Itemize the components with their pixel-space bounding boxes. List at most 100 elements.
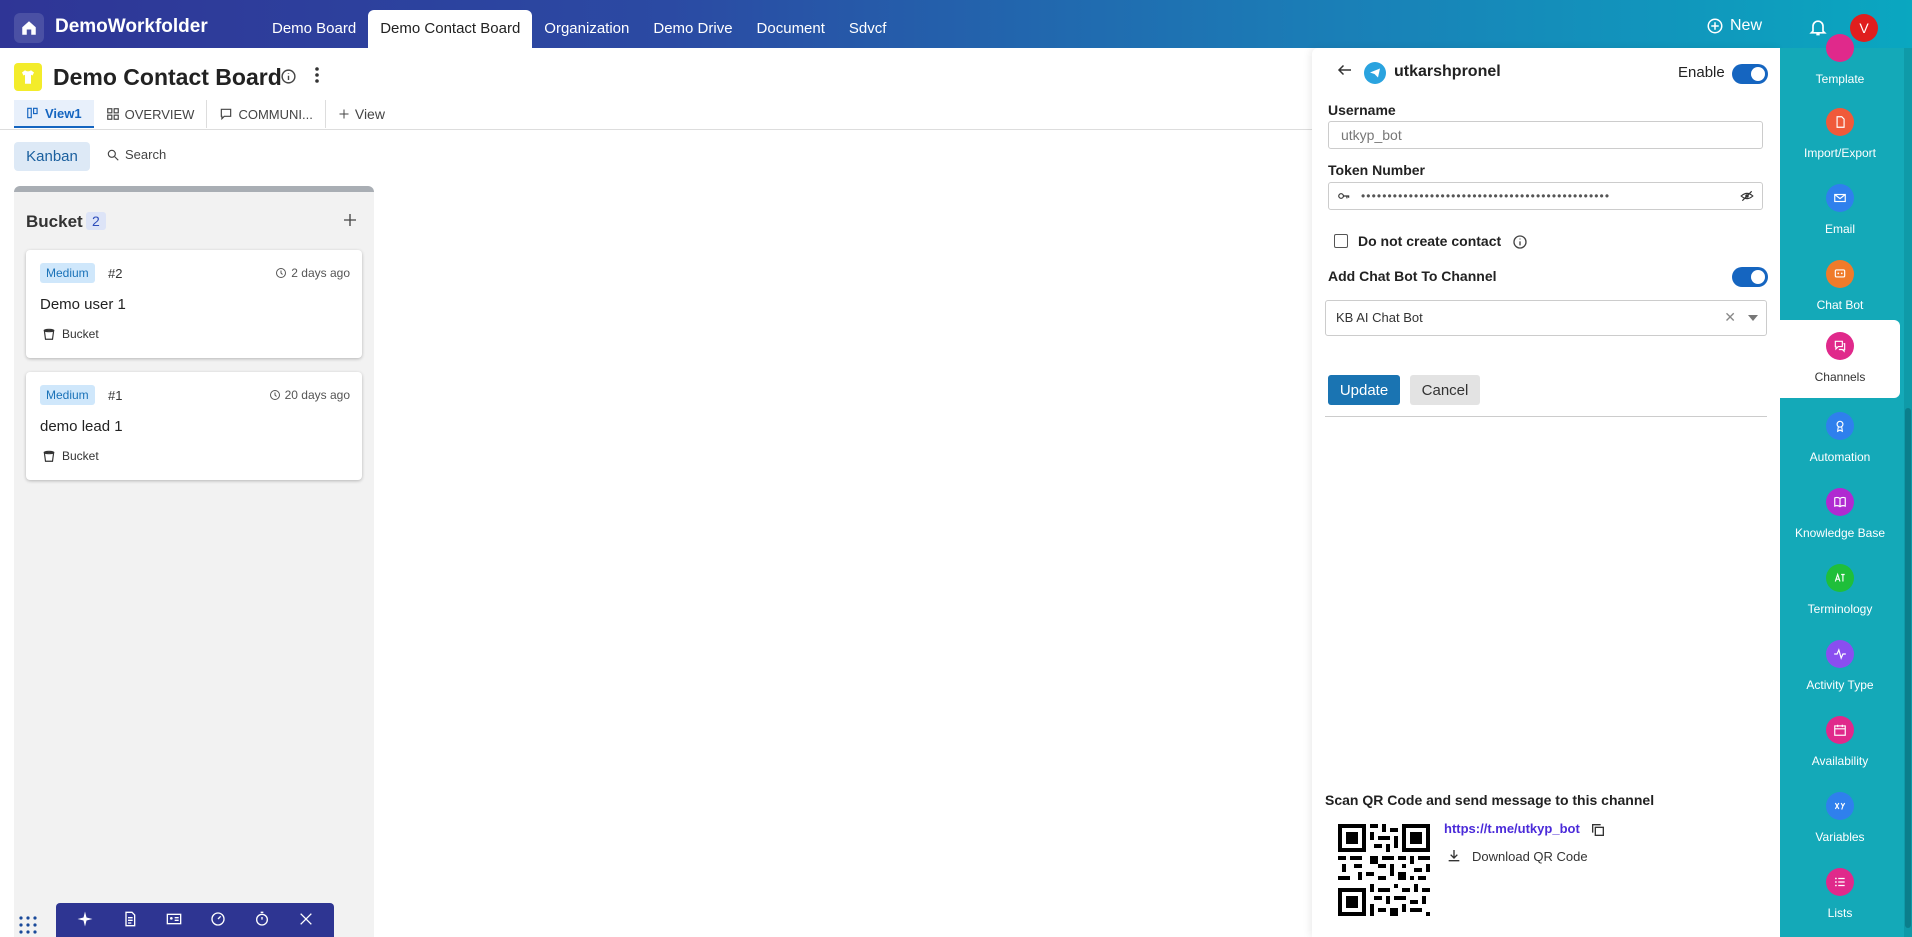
nav-tab-demo-contact-board[interactable]: Demo Contact Board (368, 10, 533, 48)
stopwatch-icon (256, 911, 268, 926)
info-icon (281, 69, 296, 84)
column-count: 2 (86, 212, 106, 230)
id-card-icon (166, 913, 182, 924)
nav-tab-sdvcf[interactable]: Sdvcf (837, 10, 899, 48)
channel-title: utkarshpronel (1394, 63, 1501, 80)
enable-label: Enable (1678, 64, 1725, 81)
nav-tab-document[interactable]: Document (745, 10, 837, 48)
nav-tab-demo-drive[interactable]: Demo Drive (641, 10, 744, 48)
sidebar-item-label: Import/Export (1803, 146, 1877, 160)
board-title: Demo Contact Board (53, 64, 282, 90)
no-contact-info-button[interactable] (1512, 234, 1528, 253)
board-info-button[interactable] (280, 68, 297, 88)
copy-icon (1592, 824, 1604, 836)
download-icon (1448, 850, 1460, 862)
tools-button[interactable] (298, 911, 314, 930)
apps-grid-button[interactable] (18, 915, 38, 937)
ai-sparkle-button[interactable] (76, 910, 94, 931)
sidebar-item-chat-bot[interactable]: Chat Bot (1780, 250, 1900, 324)
add-card-button[interactable] (342, 208, 358, 234)
chatbot-select[interactable]: KB AI Chat Bot ✕ (1325, 300, 1767, 336)
token-value: ••••••••••••••••••••••••••••••••••••••••… (1361, 189, 1611, 203)
sidebar-item-label: Template (1815, 72, 1865, 86)
back-button[interactable] (1336, 61, 1354, 84)
kanban-card[interactable]: Medium #2 2 days ago Demo user 1 Bucket (26, 250, 362, 358)
dashboard-button[interactable] (210, 911, 226, 930)
sidebar-item-label: Chat Bot (1816, 298, 1864, 312)
nav-tab-demo-board[interactable]: Demo Board (260, 10, 368, 48)
sidebar-item-channels[interactable]: Channels (1780, 320, 1900, 398)
kebab-menu-icon (315, 67, 319, 83)
column-title: Bucket (26, 212, 83, 231)
new-button[interactable]: New (1706, 17, 1762, 35)
sidebar-item-lists[interactable]: Lists (1780, 858, 1900, 932)
sidebar-item-label: Channels (1814, 370, 1866, 384)
tab-overview[interactable]: OVERVIEW (94, 100, 208, 128)
update-button[interactable]: Update (1328, 375, 1400, 405)
sidebar-item-automation[interactable]: Automation (1780, 402, 1900, 476)
kanban-mode-button[interactable]: Kanban (14, 142, 90, 171)
sidebar-scrollbar-thumb[interactable] (1905, 408, 1911, 928)
card-time: 20 days ago (269, 388, 350, 402)
chatbot-toggle[interactable] (1732, 267, 1768, 287)
token-input[interactable]: ••••••••••••••••••••••••••••••••••••••••… (1328, 182, 1763, 210)
search-button[interactable]: Search (106, 147, 166, 162)
card-time: 2 days ago (275, 266, 350, 280)
sidebar-item-knowledge-base[interactable]: Knowledge Base (1780, 478, 1900, 552)
timer-button[interactable] (254, 911, 270, 930)
bucket-icon (43, 450, 55, 462)
add-view-button[interactable]: View (326, 100, 397, 128)
username-input[interactable]: utkyp_bot (1328, 121, 1763, 149)
sidebar-item-import-export[interactable]: Import/Export (1780, 98, 1900, 172)
terminology-icon (1826, 564, 1854, 592)
nav-tab-organization[interactable]: Organization (532, 10, 641, 48)
eye-off-icon[interactable] (1740, 189, 1754, 203)
tab-view1[interactable]: View1 (14, 100, 94, 128)
variables-icon (1826, 792, 1854, 820)
search-label: Search (125, 147, 167, 162)
new-button-label: New (1730, 17, 1763, 34)
card-name: demo lead 1 (40, 418, 123, 435)
sidebar-item-label: Terminology (1807, 602, 1873, 616)
no-contact-checkbox[interactable] (1334, 234, 1348, 248)
download-qr-button[interactable]: Download QR Code (1446, 848, 1588, 864)
automation-icon (1826, 412, 1854, 440)
clear-selection-icon[interactable]: ✕ (1724, 309, 1736, 326)
notes-button[interactable] (122, 911, 138, 930)
chatbot-label: Add Chat Bot To Channel (1328, 268, 1497, 284)
sidebar-item-label: Lists (1827, 906, 1853, 920)
sidebar-item-email[interactable]: Email (1780, 174, 1900, 248)
kanban-card[interactable]: Medium #1 20 days ago demo lead 1 Bucket (26, 372, 362, 480)
enable-toggle[interactable] (1732, 64, 1768, 84)
no-contact-label: Do not create contact (1358, 233, 1502, 249)
qr-heading: Scan QR Code and send message to this ch… (1325, 792, 1655, 808)
gauge-icon (211, 911, 225, 926)
header-divider (0, 129, 1315, 130)
telegram-icon (1364, 62, 1386, 84)
telegram-link[interactable]: https://t.me/utkyp_bot (1444, 821, 1580, 836)
tab-communication[interactable]: COMMUNI... (207, 100, 326, 128)
channel-settings-panel: utkarshpronel Enable Username utkyp_bot … (1312, 48, 1780, 937)
activity-type-icon (1826, 640, 1854, 668)
kanban-view-icon (27, 107, 38, 119)
home-button[interactable] (14, 13, 44, 43)
sidebar-item-label: Availability (1811, 754, 1869, 768)
bucket-icon (43, 328, 55, 340)
sidebar-item-availability[interactable]: Availability (1780, 706, 1900, 780)
sidebar-item-template[interactable]: Template (1780, 24, 1900, 98)
card-number: #2 (108, 266, 123, 281)
username-label: Username (1328, 102, 1396, 118)
import-export-icon (1826, 108, 1854, 136)
knowledge-base-icon (1826, 488, 1854, 516)
sidebar-item-label: Knowledge Base (1794, 526, 1886, 540)
chevron-down-icon[interactable] (1748, 315, 1758, 321)
cancel-button[interactable]: Cancel (1410, 375, 1480, 405)
board-menu-button[interactable] (314, 66, 320, 89)
sidebar-item-terminology[interactable]: Terminology (1780, 554, 1900, 628)
sidebar-item-activity-type[interactable]: Activity Type (1780, 630, 1900, 704)
copy-link-button[interactable] (1590, 822, 1606, 841)
sidebar-item-variables[interactable]: Variables (1780, 782, 1900, 856)
plus-icon (344, 214, 356, 226)
contact-card-button[interactable] (166, 911, 182, 930)
priority-badge: Medium (40, 263, 95, 283)
